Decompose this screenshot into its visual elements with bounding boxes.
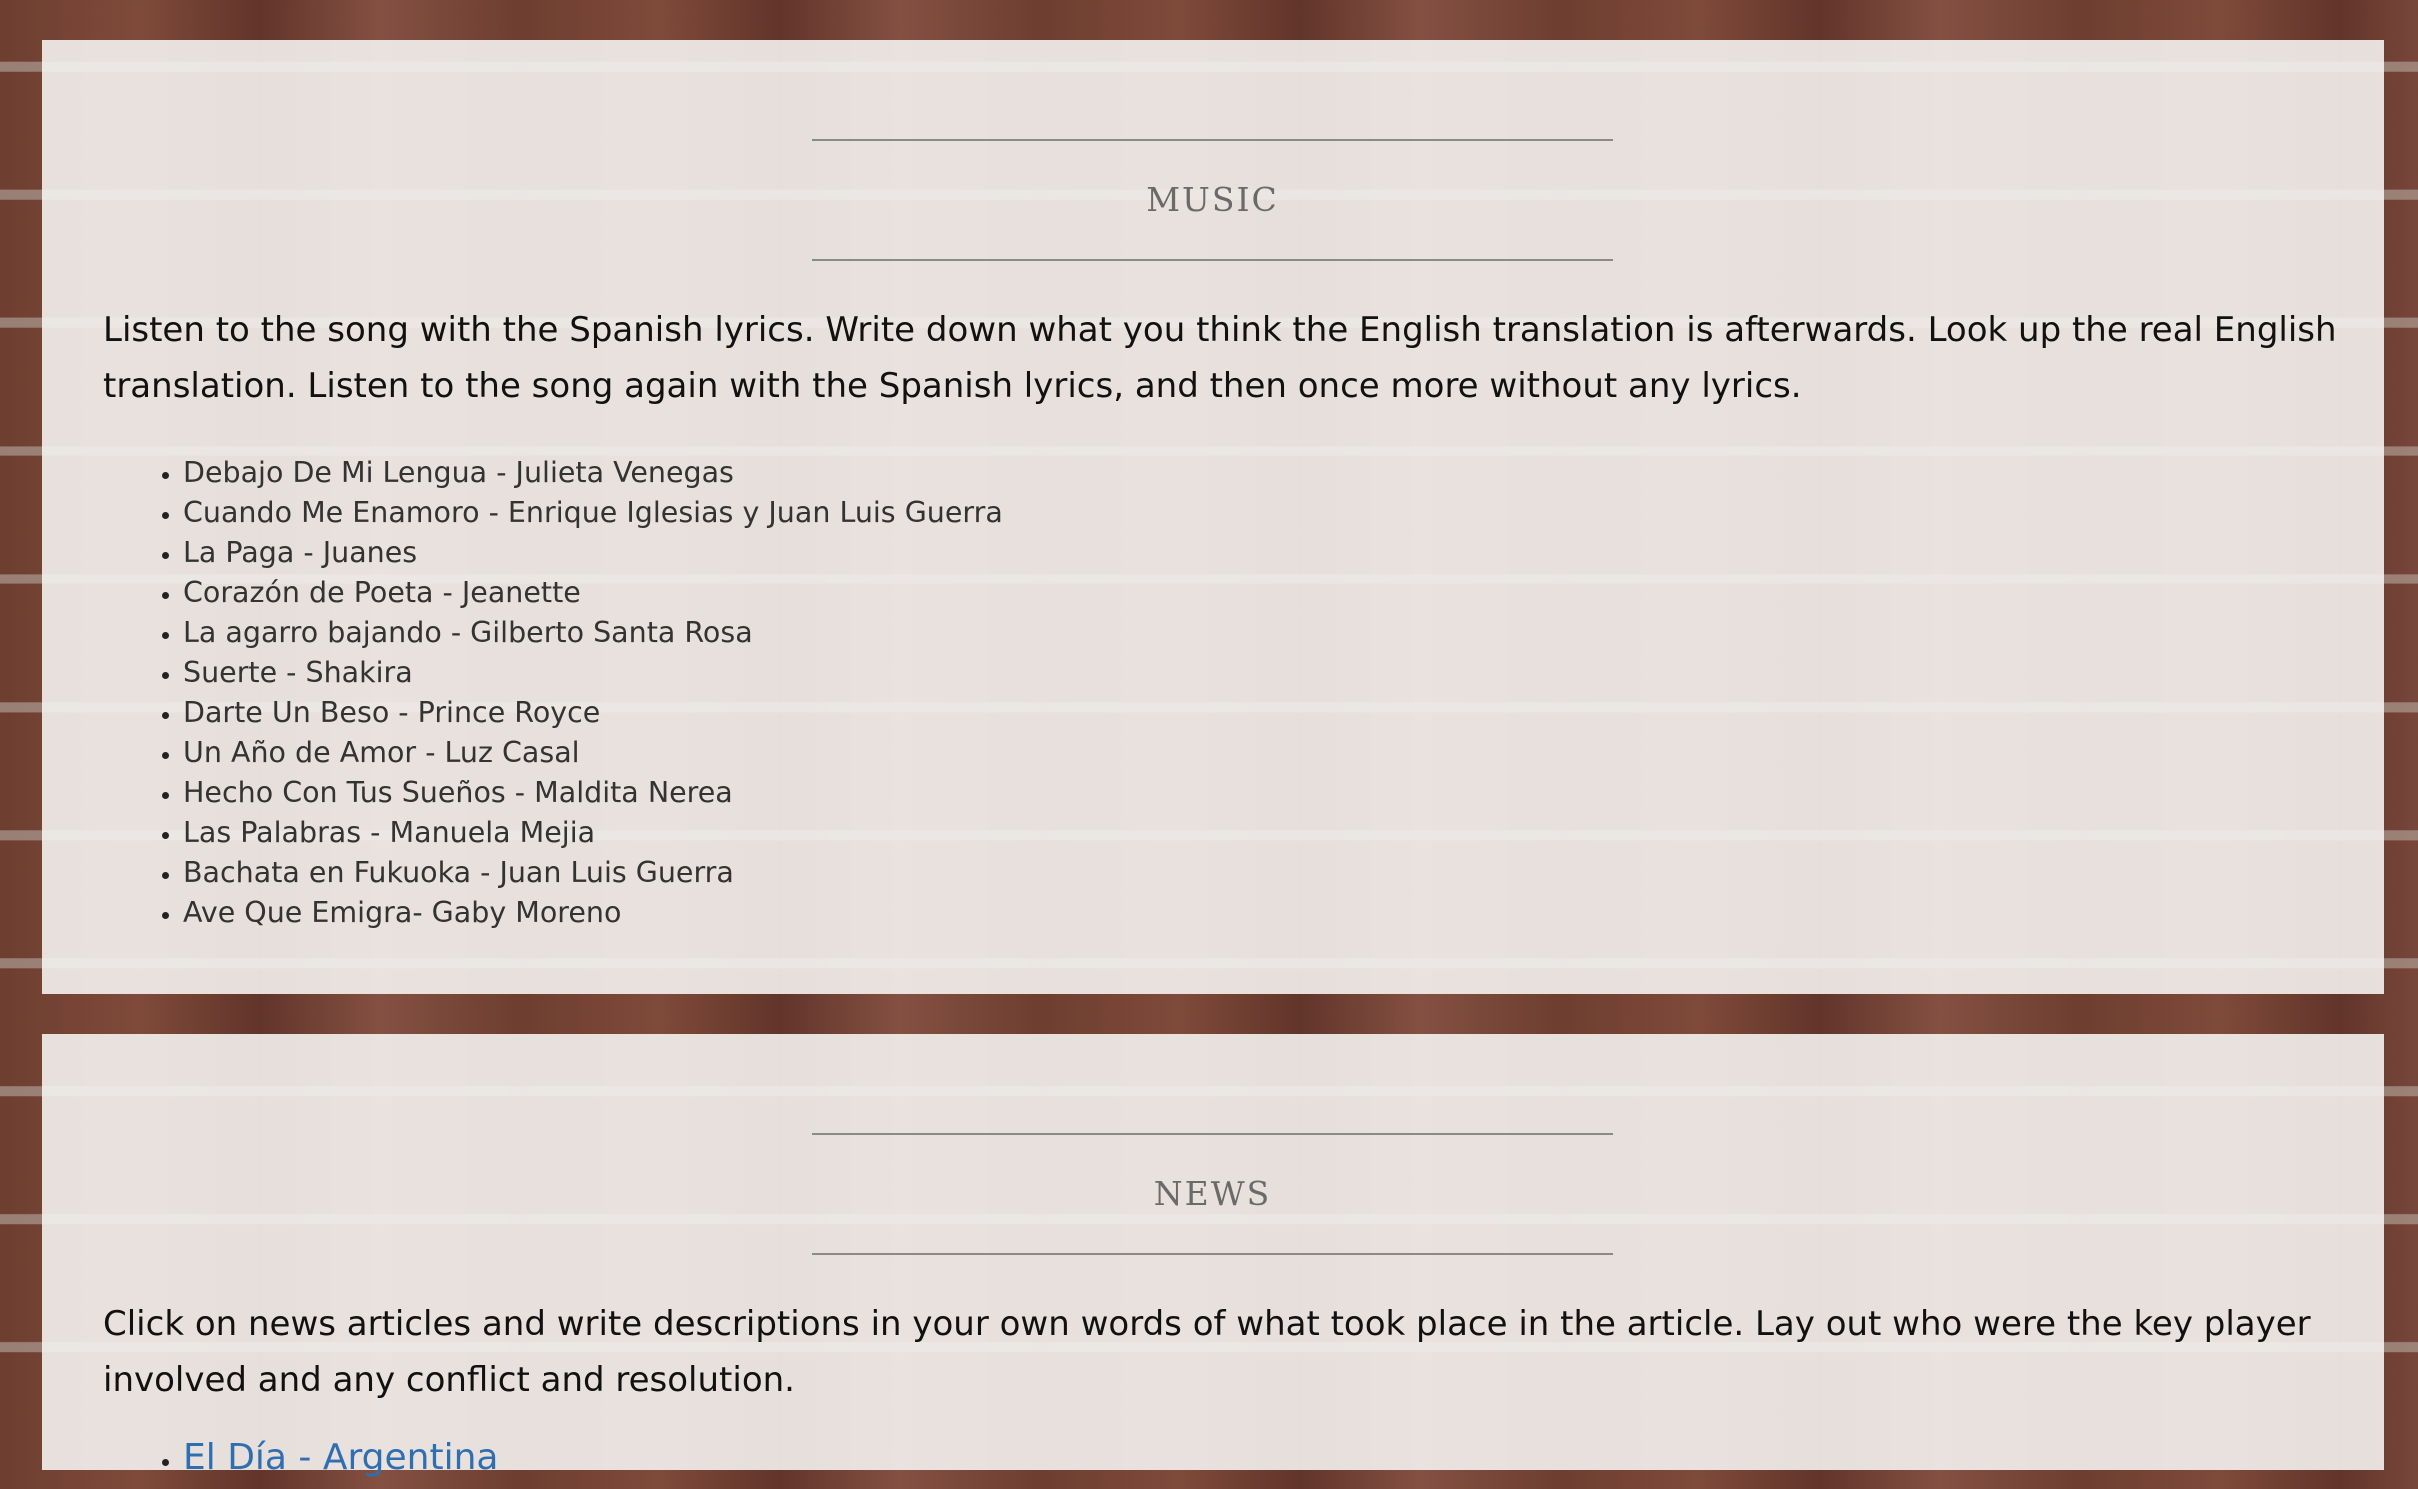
music-heading-top-rule bbox=[812, 139, 1613, 141]
song-item: Las Palabras - Manuela Mejia bbox=[183, 813, 1003, 853]
song-item: Debajo De Mi Lengua - Julieta Venegas bbox=[183, 453, 1003, 493]
news-link-list: El Día - Argentina bbox=[103, 1430, 498, 1486]
music-heading: MUSIC bbox=[812, 139, 1613, 261]
news-instructions: Click on news articles and write descrip… bbox=[103, 1304, 2311, 1400]
music-title: MUSIC bbox=[1146, 180, 1279, 219]
song-list: Debajo De Mi Lengua - Julieta Venegas Cu… bbox=[103, 453, 1003, 933]
song-item: Hecho Con Tus Sueños - Maldita Nerea bbox=[183, 773, 1003, 813]
song-item: Corazón de Poeta - Jeanette bbox=[183, 573, 1003, 613]
news-heading-bottom-rule bbox=[812, 1253, 1613, 1255]
music-section: MUSIC Listen to the song with the Spanis… bbox=[42, 40, 2384, 994]
news-heading-top-rule bbox=[812, 1133, 1613, 1135]
song-item: Darte Un Beso - Prince Royce bbox=[183, 693, 1003, 733]
song-item: La Paga - Juanes bbox=[183, 533, 1003, 573]
news-link-el-dia[interactable]: El Día - Argentina bbox=[183, 1437, 498, 1478]
news-section: NEWS Click on news articles and write de… bbox=[42, 1034, 2384, 1478]
song-item: Ave Que Emigra- Gaby Moreno bbox=[183, 893, 1003, 933]
news-link-item: El Día - Argentina bbox=[183, 1430, 498, 1486]
song-item: Suerte - Shakira bbox=[183, 653, 1003, 693]
song-item: Un Año de Amor - Luz Casal bbox=[183, 733, 1003, 773]
news-heading: NEWS bbox=[812, 1133, 1613, 1255]
news-title: NEWS bbox=[1153, 1174, 1272, 1213]
song-item: Cuando Me Enamoro - Enrique Iglesias y J… bbox=[183, 493, 1003, 533]
music-heading-bottom-rule bbox=[812, 259, 1613, 261]
song-item: Bachata en Fukuoka - Juan Luis Guerra bbox=[183, 853, 1003, 893]
song-item: La agarro bajando - Gilberto Santa Rosa bbox=[183, 613, 1003, 653]
music-instructions: Listen to the song with the Spanish lyri… bbox=[103, 310, 2337, 406]
